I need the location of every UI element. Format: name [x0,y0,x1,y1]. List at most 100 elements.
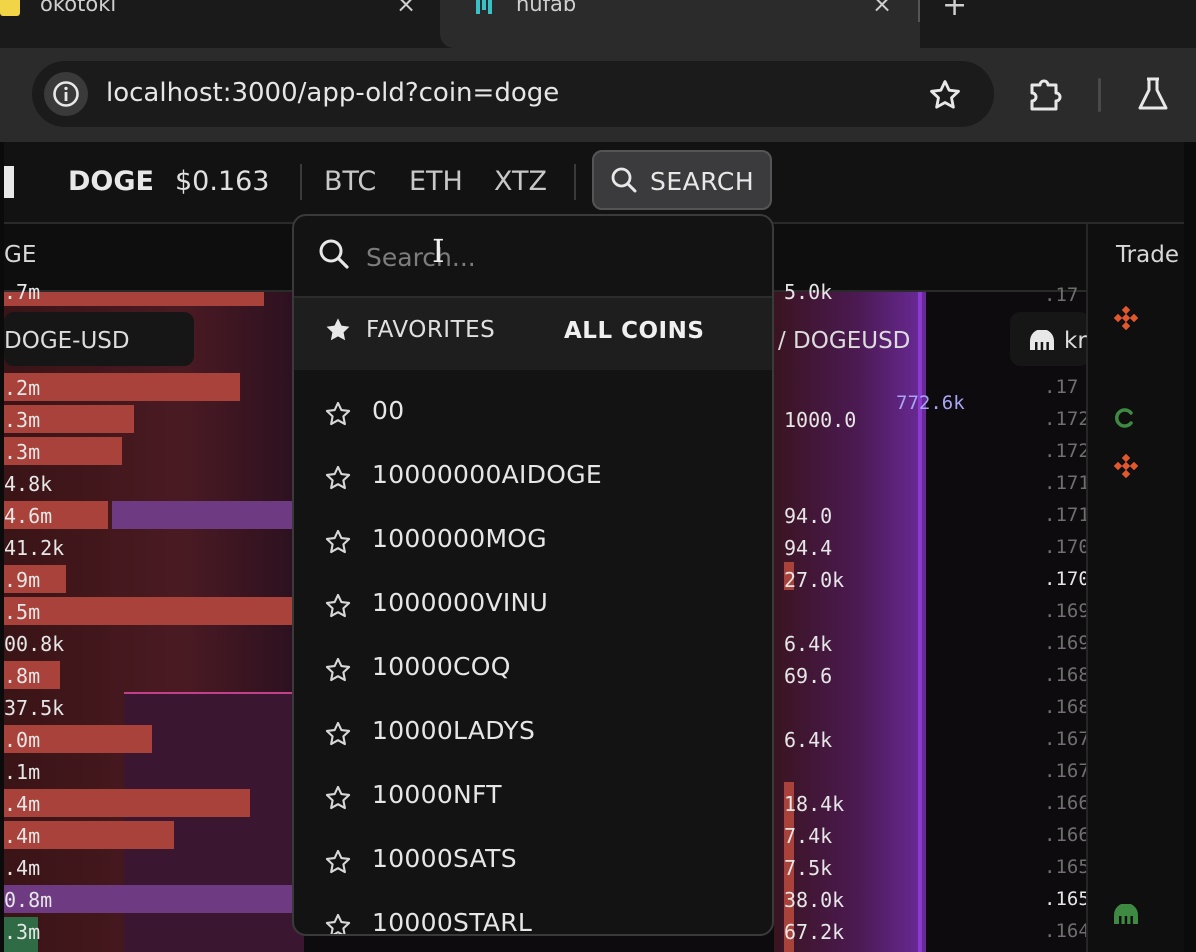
browser-tab-nufab[interactable]: nufab × [440,0,920,48]
dropdown-tabs: FAVORITES ALL COINS [294,298,772,370]
new-tab-button[interactable]: + [942,0,967,23]
star-outline-icon[interactable] [324,592,352,620]
bid-size: 41.2k [4,536,65,560]
ask-size: 38.0k [784,888,845,912]
depth-total-label: 772.6k [896,392,965,414]
labs-flask-icon[interactable] [1136,76,1170,112]
star-outline-icon[interactable] [324,912,352,936]
list-item[interactable]: 10000COQ [294,640,772,700]
nav-coin-eth[interactable]: ETH [409,166,463,197]
bid-size: 37.5k [4,696,65,720]
search-button[interactable]: SEARCH [592,150,772,210]
price-level: .171 [1044,504,1090,526]
browser-tab-bar: okotoki × nufab × + [0,0,1196,48]
current-coin-symbol[interactable]: DOGE [68,166,154,197]
list-item[interactable]: 1000000VINU [294,576,772,636]
binance-icon [1114,306,1138,330]
okotoki-favicon-icon [0,0,20,16]
search-icon [611,167,637,193]
star-outline-icon[interactable] [324,720,352,748]
list-item[interactable]: 10000NFT [294,768,772,828]
list-item[interactable]: 10000LADYS [294,704,772,764]
omnibox[interactable]: localhost:3000/app-old?coin=doge [32,61,994,127]
star-outline-icon[interactable] [324,784,352,812]
star-outline-icon[interactable] [324,400,352,428]
coin-name: 00 [372,396,405,425]
bid-size: .4m [4,792,41,816]
bid-size: .9m [4,568,41,592]
price-level: .172 [1044,408,1090,430]
nav-divider [574,164,576,200]
trades-panel [1086,224,1184,952]
bid-bar [4,597,302,625]
bid-size: .3m [4,440,41,464]
list-item[interactable]: 00 [294,384,772,444]
site-info-icon[interactable] [44,72,88,116]
tab-divider [918,0,920,22]
ask-depth-glow [774,292,926,952]
bid-size: .5m [4,600,41,624]
tab-favorites-label: FAVORITES [366,317,496,343]
extensions-puzzle-icon[interactable] [1028,77,1066,111]
star-outline-icon[interactable] [324,528,352,556]
url-text[interactable]: localhost:3000/app-old?coin=doge [106,78,559,108]
pair-label-dogeusd: / DOGEUSD [778,328,911,354]
list-item[interactable]: 10000SATS [294,832,772,892]
nav-coin-btc[interactable]: BTC [324,166,376,197]
ask-size: 94.4 [784,536,833,560]
star-filled-icon [326,318,350,341]
bid-size: .4m [4,824,41,848]
ask-size: 7.4k [784,824,833,848]
price-level: .169 [1044,632,1090,654]
price-level: .168 [1044,696,1090,718]
price-level: .165 [1044,856,1090,878]
ask-size: 1000.0 [784,408,857,432]
current-coin-price: $0.163 [175,166,270,197]
ask-size: 5.0k [784,280,833,304]
coin-name: 10000STARL [372,908,533,936]
ask-size: 67.2k [784,920,845,944]
kraken-icon [1030,330,1054,350]
bid-size: 0.8m [4,888,53,912]
top-navigation: DOGE $0.163 BTC ETH XTZ SEARCH [4,142,1184,224]
tab-favorites[interactable]: FAVORITES [324,316,495,344]
list-item[interactable]: 1000000MOG [294,512,772,572]
nav-coin-xtz[interactable]: XTZ [494,166,547,197]
price-level: .170 [1044,568,1090,590]
tab-all-coins[interactable]: ALL COINS [564,318,704,344]
price-level: .169 [1044,600,1090,622]
coin-name: 1000000VINU [372,588,549,617]
ask-size: 18.4k [784,792,845,816]
bid-size: .7m [4,280,41,304]
coin-name: 10000COQ [372,652,511,681]
bid-size: .2m [4,376,41,400]
bid-bar [4,292,264,306]
coin-name: 10000SATS [372,844,517,873]
ask-depth-edge [918,292,922,952]
nav-divider [300,164,302,200]
bid-bar [4,789,250,817]
star-outline-icon[interactable] [324,848,352,876]
list-item[interactable]: 10000STARL [294,896,772,936]
coin-search-input[interactable] [364,236,748,278]
bid-size: .1m [4,760,41,784]
list-item[interactable]: 10000000AIDOGE [294,448,772,508]
coin-name: 1000000MOG [372,524,547,553]
kraken-icon [1114,904,1138,924]
price-level: .167 [1044,760,1090,782]
star-outline-icon[interactable] [324,464,352,492]
bid-size: .4m [4,856,41,880]
bid-size: .8m [4,664,41,688]
close-tab-icon[interactable]: × [396,0,416,18]
price-level: .164 [1044,920,1090,942]
price-level: .165 [1044,888,1090,910]
price-level: .166 [1044,824,1090,846]
price-level: .17 [1044,284,1079,306]
coin-name: 10000NFT [372,780,502,809]
app-logo[interactable] [4,166,14,198]
bookmark-star-icon[interactable] [928,78,962,112]
star-outline-icon[interactable] [324,656,352,684]
close-tab-icon[interactable]: × [872,0,892,18]
browser-tab-okotoki[interactable]: okotoki × [0,0,430,26]
price-level: .171 [1044,472,1090,494]
